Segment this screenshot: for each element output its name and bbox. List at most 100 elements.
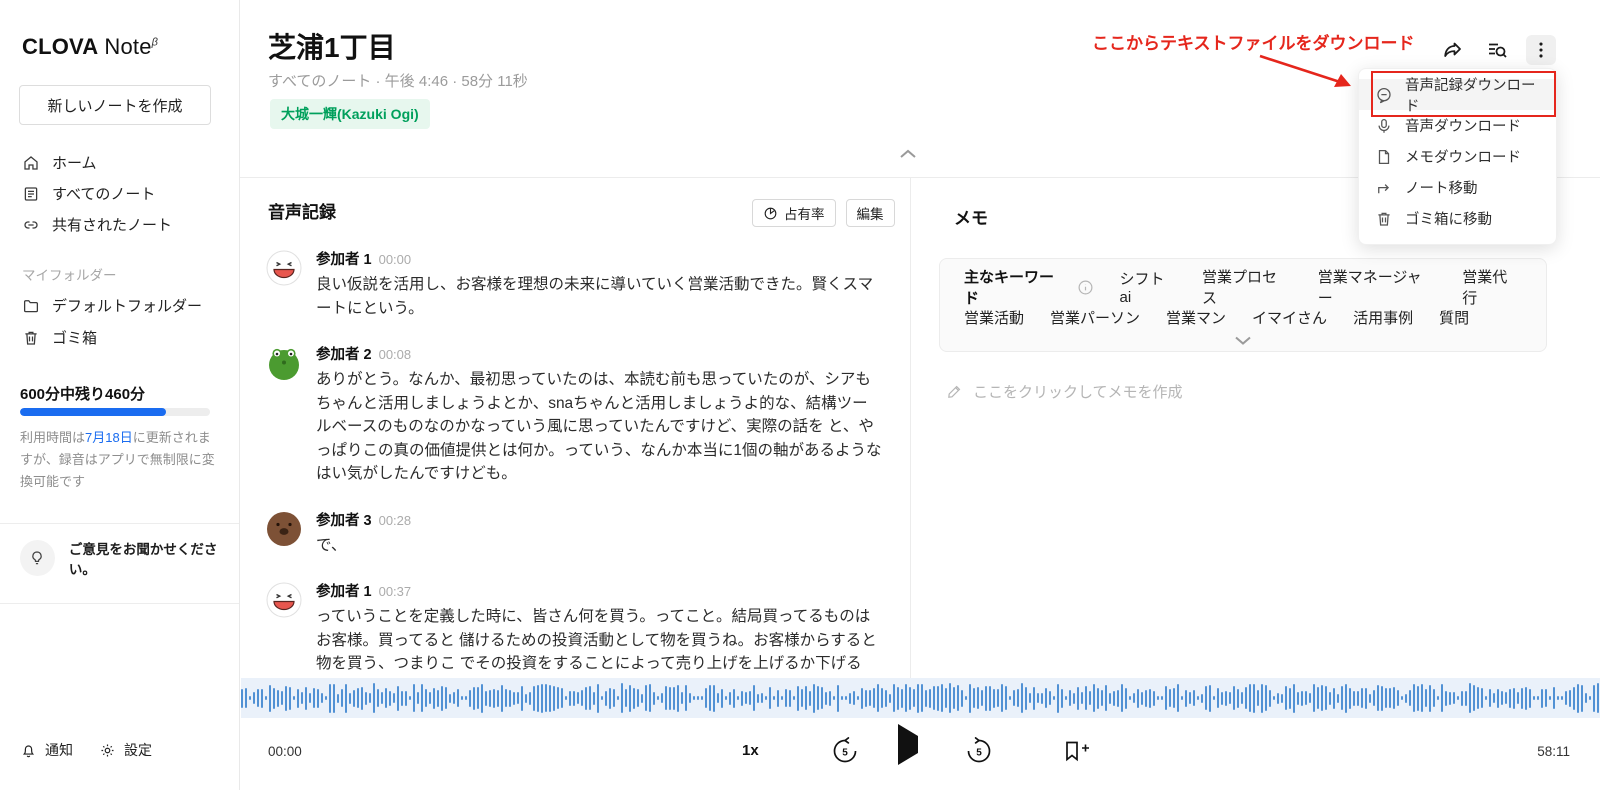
more-options-button[interactable] bbox=[1526, 35, 1556, 65]
home-icon bbox=[22, 154, 40, 172]
keyword-chip[interactable]: 質問 bbox=[1439, 307, 1469, 328]
transcript-entry[interactable]: 参加者 300:28 で、 bbox=[266, 509, 886, 558]
settings-label: 設定 bbox=[124, 740, 152, 760]
entry-timestamp[interactable]: 00:37 bbox=[379, 584, 412, 599]
pie-chart-icon bbox=[763, 206, 778, 221]
usage-remaining-label: 600分中残り460分 bbox=[20, 383, 145, 404]
entry-text: 良い仮説を活用し、お客様を理想の未来に導いていく営業活動できた。賢くスマートにと… bbox=[316, 273, 882, 320]
skip-amount: 5 bbox=[842, 748, 848, 759]
folder-icon bbox=[22, 297, 40, 315]
menu-item-label: 音声記録ダウンロード bbox=[1405, 74, 1540, 116]
avatar-bear bbox=[266, 511, 302, 547]
skip-amount: 5 bbox=[976, 748, 982, 759]
add-bookmark-button[interactable] bbox=[1060, 739, 1090, 763]
sidebar-item-all-notes[interactable]: すべてのノート bbox=[22, 183, 155, 204]
menu-item-label: ノート移動 bbox=[1405, 177, 1478, 198]
edit-button[interactable]: 編集 bbox=[846, 199, 895, 227]
sidebar-item-shared-notes[interactable]: 共有されたノート bbox=[22, 214, 172, 235]
menu-item-download-transcript[interactable]: 音声記録ダウンロード bbox=[1359, 79, 1556, 110]
keywords-label: 主なキーワード bbox=[964, 266, 1094, 308]
sidebar-item-trash[interactable]: ゴミ箱 bbox=[22, 327, 97, 348]
transcript-entry[interactable]: 参加者 1 00:00 良い仮説を活用し、お客様を理想の未来に導いていく営業活動で… bbox=[266, 248, 886, 320]
sidebar-item-home[interactable]: ホーム bbox=[22, 152, 97, 173]
trash-icon bbox=[22, 329, 40, 347]
notifications-button[interactable]: 通知 bbox=[20, 740, 73, 760]
note-meta: すべてのノート · 午後 4:46 · 58分 11秒 bbox=[268, 70, 528, 91]
play-button[interactable] bbox=[898, 736, 918, 754]
more-options-menu: 音声記録ダウンロード 音声ダウンロード メモダウンロード ノート移動 ゴミ箱に移… bbox=[1358, 68, 1557, 245]
usage-progress-fill bbox=[20, 408, 166, 416]
settings-button[interactable]: 設定 bbox=[99, 740, 152, 760]
menu-item-move-note[interactable]: ノート移動 bbox=[1359, 172, 1556, 203]
sidebar-divider bbox=[0, 523, 239, 524]
speaker-name: 参加者 1 bbox=[316, 252, 372, 268]
page-title: 芝浦1丁目 bbox=[268, 26, 396, 66]
link-icon bbox=[22, 216, 40, 234]
usage-note-prefix: 利用時間は bbox=[20, 430, 85, 445]
keyword-chip[interactable]: 営業マネージャー bbox=[1318, 266, 1437, 308]
share-button[interactable] bbox=[1438, 35, 1468, 65]
current-time: 00:00 bbox=[268, 744, 302, 759]
keyword-chip[interactable]: 営業マン bbox=[1166, 307, 1226, 328]
keyword-chip[interactable]: 活用事例 bbox=[1353, 307, 1413, 328]
sidebar-item-default-folder[interactable]: デフォルトフォルダー bbox=[22, 295, 202, 316]
speaker-name: 参加者 1 bbox=[316, 584, 372, 600]
sidebar-item-label: すべてのノート bbox=[52, 183, 155, 204]
annotation-arrow bbox=[1252, 48, 1362, 96]
forward-5-button[interactable]: 5 bbox=[964, 736, 994, 766]
search-transcript-button[interactable] bbox=[1482, 35, 1512, 65]
new-note-button[interactable]: 新しいノートを作成 bbox=[19, 85, 211, 125]
keyword-chip[interactable]: 営業活動 bbox=[964, 307, 1024, 328]
search-list-icon bbox=[1485, 38, 1509, 62]
memo-placeholder-text: ここをクリックしてメモを作成 bbox=[973, 381, 1183, 402]
keyword-chip[interactable]: イマイさん bbox=[1252, 307, 1327, 328]
keyword-chip[interactable]: 営業代行 bbox=[1462, 266, 1522, 308]
app-logo: CLOVANoteβ bbox=[22, 34, 158, 60]
microphone-icon bbox=[1375, 117, 1393, 135]
menu-item-move-to-trash[interactable]: ゴミ箱に移動 bbox=[1359, 203, 1556, 234]
occupancy-label: 占有率 bbox=[784, 203, 825, 223]
menu-item-label: メモダウンロード bbox=[1405, 146, 1521, 167]
avatar-frog bbox=[266, 345, 302, 381]
keyword-chip[interactable]: 営業パーソン bbox=[1050, 307, 1140, 328]
kebab-menu-icon bbox=[1530, 39, 1552, 61]
notifications-label: 通知 bbox=[45, 740, 73, 760]
player-bar: 00:00 1x 5 5 58:11 bbox=[240, 718, 1600, 790]
entry-text: で、 bbox=[316, 534, 882, 558]
sidebar-item-label: デフォルトフォルダー bbox=[52, 295, 202, 316]
avatar-moon bbox=[266, 582, 302, 618]
participant-tag[interactable]: 大城一輝(Kazuki Ogi) bbox=[270, 99, 430, 129]
entry-timestamp[interactable]: 00:08 bbox=[379, 347, 412, 362]
entry-timestamp[interactable]: 00:28 bbox=[379, 513, 412, 528]
entry-timestamp[interactable]: 00:00 bbox=[379, 252, 412, 267]
keywords-box: 主なキーワード シフトai 営業プロセス 営業マネージャー 営業代行 営業活動 … bbox=[939, 258, 1547, 352]
playback-speed-button[interactable]: 1x bbox=[742, 742, 759, 759]
keyword-chip[interactable]: シフトai bbox=[1120, 268, 1176, 306]
memo-create-placeholder[interactable]: ここをクリックしてメモを作成 bbox=[946, 381, 1183, 402]
sidebar-item-label: 共有されたノート bbox=[52, 214, 172, 235]
transcript-title: 音声記録 bbox=[268, 198, 336, 223]
menu-item-label: ゴミ箱に移動 bbox=[1405, 208, 1492, 229]
info-icon[interactable] bbox=[1077, 279, 1094, 296]
feedback-button[interactable]: ご意見をお聞かせください。 bbox=[20, 538, 239, 578]
waveform[interactable] bbox=[241, 678, 1600, 718]
sidebar-item-label: ゴミ箱 bbox=[52, 327, 97, 348]
notes-icon bbox=[22, 185, 40, 203]
expand-keywords-button[interactable] bbox=[940, 334, 1546, 347]
menu-item-download-memo[interactable]: メモダウンロード bbox=[1359, 141, 1556, 172]
avatar-moon bbox=[266, 250, 302, 286]
speaker-name: 参加者 2 bbox=[316, 347, 372, 363]
my-folders-header: マイフォルダー bbox=[22, 264, 117, 284]
total-time: 58:11 bbox=[1537, 744, 1570, 759]
pencil-icon bbox=[946, 383, 963, 400]
main-content: 芝浦1丁目 すべてのノート · 午後 4:46 · 58分 11秒 大城一輝(K… bbox=[240, 0, 1600, 790]
transcript-entry[interactable]: 参加者 200:08 ありがとう。なんか、最初思っていたのは、本読む前も思ってい… bbox=[266, 343, 886, 486]
move-arrow-icon bbox=[1375, 179, 1393, 197]
logo-note: Note bbox=[104, 34, 151, 59]
occupancy-button[interactable]: 占有率 bbox=[752, 199, 836, 227]
play-icon bbox=[898, 724, 918, 765]
usage-progress-bar bbox=[20, 408, 210, 416]
collapse-header-button[interactable] bbox=[895, 146, 921, 162]
rewind-5-button[interactable]: 5 bbox=[830, 736, 860, 766]
keyword-chip[interactable]: 営業プロセス bbox=[1202, 266, 1292, 308]
